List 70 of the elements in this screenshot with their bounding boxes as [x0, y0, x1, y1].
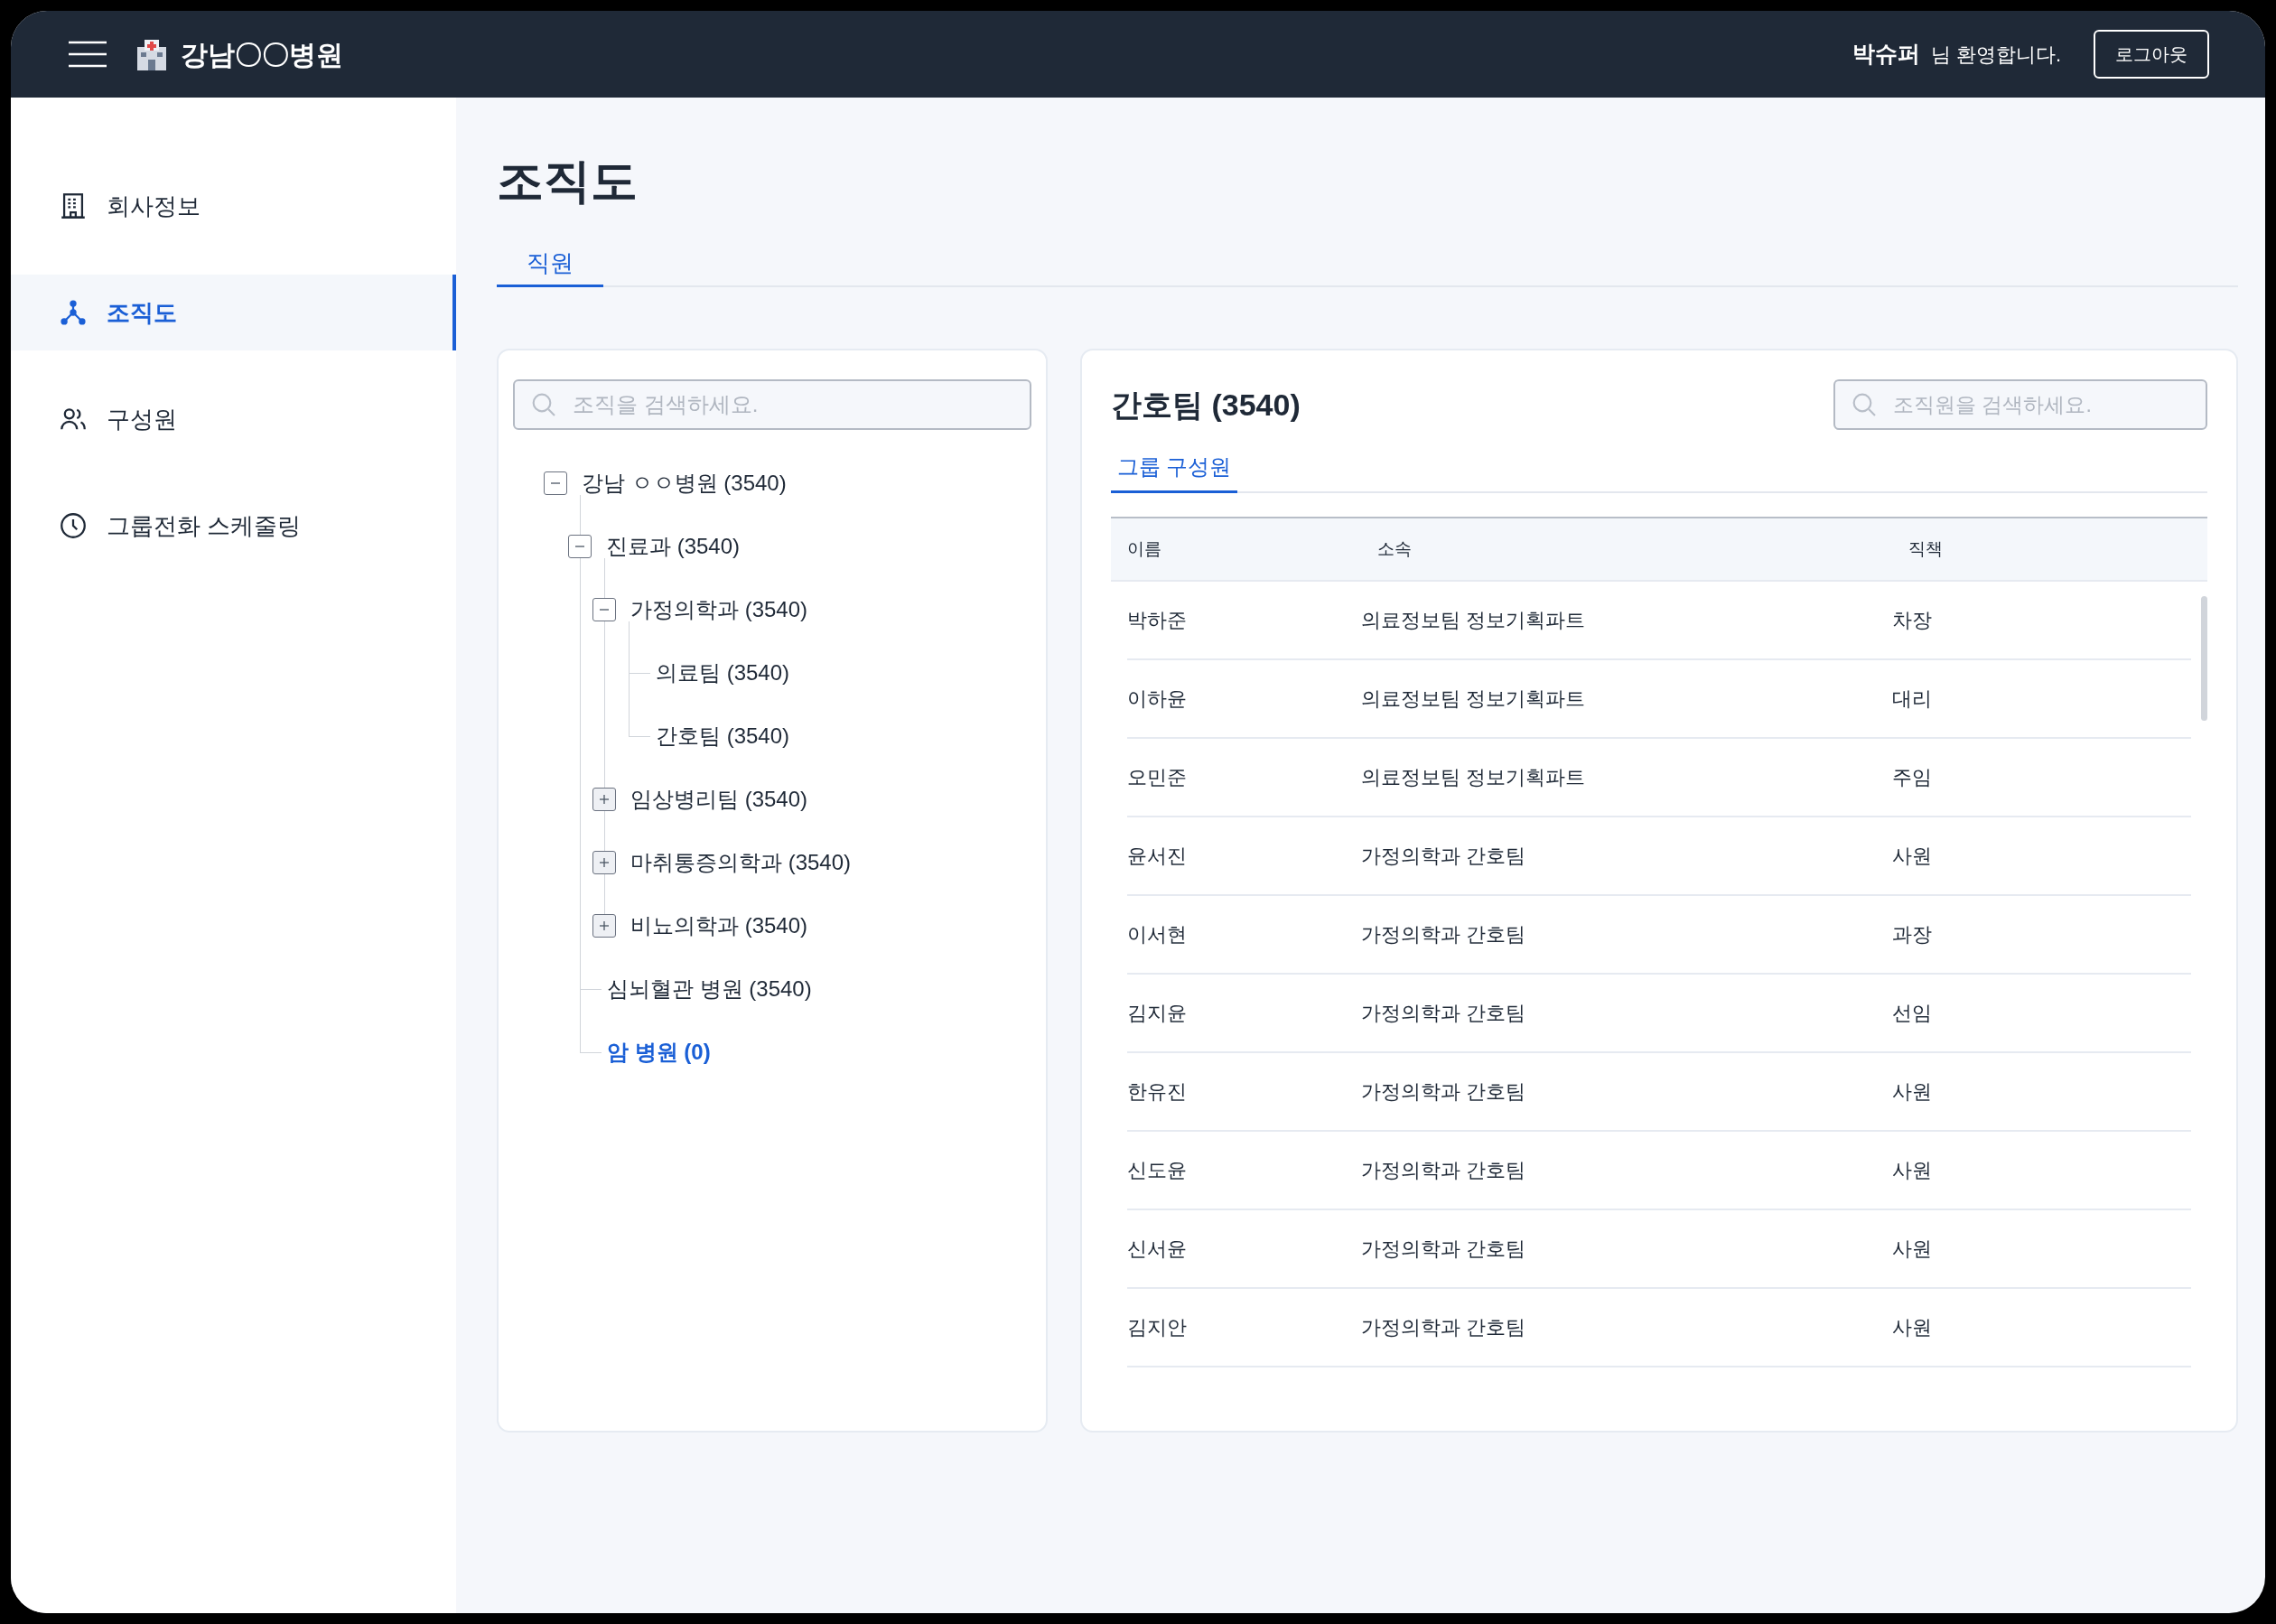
user-name: 박슈퍼 — [1852, 40, 1920, 69]
search-field[interactable]: 조직을 검색하세요. — [513, 379, 1031, 430]
table-cell-text: 박하준 — [1127, 608, 1188, 633]
panel-title: 간호팀 (3540) — [1111, 386, 1301, 424]
table-cell-text: 선임 — [1892, 1001, 1932, 1026]
table-cell-text: 사원 — [1892, 1237, 1932, 1262]
table-cell-text: 가정의학과 간호팀 — [1361, 922, 1527, 947]
tree-item[interactable]: 마취통증의학과 (3540) — [616, 846, 852, 879]
brand-name: 강남〇〇병원 — [181, 38, 343, 71]
collapse-toggle[interactable] — [568, 535, 592, 558]
tree-item[interactable]: 비뇨의학과 (3540) — [616, 910, 808, 942]
table-cell-text: 차장 — [1892, 608, 1932, 633]
page-title: 조직도 — [497, 157, 639, 204]
table-cell-text: 의료정보팀 정보기획파트 — [1361, 686, 1587, 712]
search-field[interactable]: 조직원을 검색하세요. — [1833, 379, 2207, 430]
table-cell-text: 가정의학과 간호팀 — [1361, 1158, 1527, 1183]
table-cell-text: 가정의학과 간호팀 — [1361, 1079, 1527, 1105]
sidebar-item[interactable]: 구성원 — [11, 381, 456, 457]
column-header: 직책 — [1908, 537, 1944, 560]
table-cell-text: 신도윤 — [1127, 1158, 1188, 1183]
table-cell-text: 윤서진 — [1127, 844, 1188, 869]
table-cell-text: 가정의학과 간호팀 — [1361, 1001, 1527, 1026]
tree-item[interactable]: 강남 ㅇㅇ병원 (3540) — [567, 467, 787, 499]
menu-icon[interactable] — [67, 40, 108, 69]
table-cell-text: 사원 — [1892, 1158, 1932, 1183]
collapse-toggle[interactable] — [544, 471, 567, 495]
table-cell-text: 가정의학과 간호팀 — [1361, 1315, 1527, 1340]
table-cell-text: 오민준 — [1127, 765, 1188, 790]
clock-icon — [58, 510, 89, 541]
table-cell-text: 김지윤 — [1127, 1001, 1188, 1026]
tree-item[interactable]: 가정의학과 (3540) — [616, 593, 808, 626]
expand-toggle[interactable] — [592, 851, 616, 874]
plus-icon — [598, 919, 611, 932]
table-cell-text: 이하윤 — [1127, 686, 1188, 712]
column-header: 소속 — [1376, 537, 1413, 560]
tree-item[interactable]: 심뇌혈관 병원 (3540) — [568, 973, 812, 1005]
sidebar-item[interactable]: 조직도 — [11, 275, 456, 350]
table-cell-text: 과장 — [1892, 922, 1932, 947]
table-cell-text: 김지안 — [1127, 1315, 1188, 1340]
table-cell-text: 신서윤 — [1127, 1237, 1188, 1262]
scrollbar[interactable] — [2201, 596, 2207, 721]
expand-toggle[interactable] — [592, 788, 616, 811]
network-icon — [58, 297, 89, 328]
welcome-text: 님 환영합니다. — [1930, 42, 2061, 68]
table-cell-text: 한유진 — [1127, 1079, 1188, 1105]
table-cell-text: 이서현 — [1127, 922, 1188, 947]
table-cell-text: 의료정보팀 정보기획파트 — [1361, 765, 1587, 790]
table-cell-text: 가정의학과 간호팀 — [1361, 844, 1527, 869]
table-cell-text: 주임 — [1892, 765, 1932, 790]
table-cell-text: 대리 — [1892, 686, 1932, 712]
table-cell-text: 의료정보팀 정보기획파트 — [1361, 608, 1587, 633]
table-cell-text: 가정의학과 간호팀 — [1361, 1237, 1527, 1262]
tab[interactable]: 직원 — [497, 242, 603, 287]
tree-item[interactable]: 임상병리팀 (3540) — [616, 783, 808, 816]
collapse-toggle[interactable] — [592, 598, 616, 621]
tab[interactable]: 그룹 구성원 — [1111, 443, 1237, 493]
sidebar-item[interactable]: 회사정보 — [11, 168, 456, 244]
sidebar-item[interactable]: 그룹전화 스케줄링 — [11, 488, 456, 564]
logout-button[interactable]: 로그아웃 — [2094, 30, 2209, 79]
plus-icon — [598, 856, 611, 869]
table-cell-text: 사원 — [1892, 1079, 1932, 1105]
table-cell-text: 사원 — [1892, 844, 1932, 869]
column-header: 이름 — [1126, 537, 1162, 560]
tree-item[interactable]: 암 병원 (0) — [568, 1036, 711, 1069]
table-cell-text: 사원 — [1892, 1315, 1932, 1340]
tree-item[interactable]: 의료팀 (3540) — [617, 657, 790, 689]
plus-icon — [598, 793, 611, 806]
expand-toggle[interactable] — [592, 914, 616, 938]
tree-item[interactable]: 진료과 (3540) — [592, 530, 741, 563]
tree-item[interactable]: 간호팀 (3540) — [617, 720, 790, 752]
